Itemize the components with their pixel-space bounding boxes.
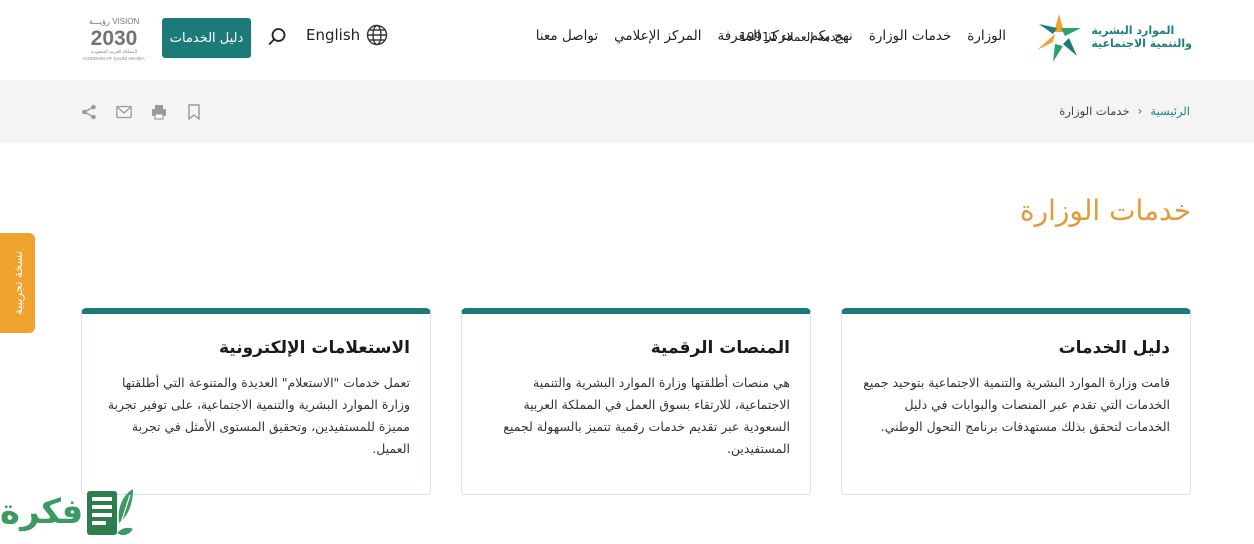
page-tools	[80, 103, 203, 121]
language-label: English	[306, 26, 361, 44]
beta-version-tab[interactable]: نسخة تجريبية	[0, 233, 35, 333]
mail-icon	[116, 105, 132, 119]
notebook-leaf-icon	[87, 489, 134, 536]
logo-line-2: والتنمية الاجتماعية	[1091, 37, 1192, 50]
search-button[interactable]	[266, 26, 288, 52]
vision-year-text: 2030	[91, 27, 138, 50]
card-description: تعمل خدمات "الاستعلام" العديدة والمتنوعة…	[107, 375, 410, 456]
chevron-left-icon: ‹	[1137, 104, 1143, 118]
globe-icon	[366, 24, 388, 46]
vision-kingdom-text: KINGDOM OF SAUDI ARABIA	[83, 56, 145, 61]
card-title: الاستعلامات الإلكترونية	[218, 338, 410, 358]
share-icon	[82, 104, 96, 120]
nav-ministry-services[interactable]: خدمات الوزارة	[869, 28, 951, 44]
vision-2030-emblem-icon: VISION رؤيـــة 2030 المملكة العربية السع…	[83, 17, 145, 61]
nav-media-center[interactable]: المركز الإعلامي	[614, 28, 701, 44]
ministry-logo[interactable]: الموارد البشرية والتنمية الاجتماعية	[1022, 12, 1192, 64]
email-button[interactable]	[115, 103, 133, 121]
breadcrumb-home[interactable]: الرئيسية	[1150, 104, 1190, 118]
services-guide-card[interactable]: دليل الخدمات قامت وزارة الموارد البشرية …	[841, 308, 1191, 495]
electronic-inquiries-card[interactable]: الاستعلامات الإلكترونية تعمل خدمات "الاس…	[81, 308, 431, 495]
watermark-text: فكرة	[0, 492, 84, 532]
card-description: قامت وزارة الموارد البشرية والتنمية الاج…	[863, 375, 1170, 434]
customer-care-link[interactable]: خدمة العملاء 19911	[739, 30, 844, 44]
services-guide-button[interactable]: دليل الخدمات	[162, 18, 251, 58]
breadcrumb: الرئيسية ‹ خدمات الوزارة	[1059, 104, 1190, 118]
card-description: هي منصات أطلقتها وزارة الموارد البشرية و…	[503, 375, 790, 456]
digital-platforms-card[interactable]: المنصات الرقمية هي منصات أطلقتها وزارة ا…	[461, 308, 811, 495]
bookmark-icon	[188, 104, 200, 120]
language-switch[interactable]: English	[306, 24, 388, 46]
search-icon	[268, 28, 286, 46]
nav-ministry[interactable]: الوزارة	[967, 28, 1006, 44]
vision-sub-text: المملكة العربية السعودية	[91, 49, 137, 55]
fikra-watermark: فكرة	[0, 480, 160, 544]
printer-icon	[152, 105, 166, 120]
nav-contact-us[interactable]: تواصل معنا	[536, 28, 598, 44]
breadcrumb-current: خدمات الوزارة	[1059, 104, 1130, 118]
share-button[interactable]	[80, 103, 98, 121]
bookmark-button[interactable]	[185, 103, 203, 121]
page-title: خدمات الوزارة	[1019, 194, 1191, 227]
beta-version-label: نسخة تجريبية	[10, 251, 25, 315]
ministry-emblem-icon	[1037, 14, 1082, 62]
card-title: دليل الخدمات	[1058, 338, 1170, 358]
vision-top-text: VISION رؤيـــة	[89, 17, 140, 26]
card-title: المنصات الرقمية	[650, 338, 790, 358]
print-button[interactable]	[150, 103, 168, 121]
vision-2030-logo[interactable]: VISION رؤيـــة 2030 المملكة العربية السع…	[80, 14, 148, 62]
site-header: الموارد البشرية والتنمية الاجتماعية الوز…	[0, 0, 1254, 80]
